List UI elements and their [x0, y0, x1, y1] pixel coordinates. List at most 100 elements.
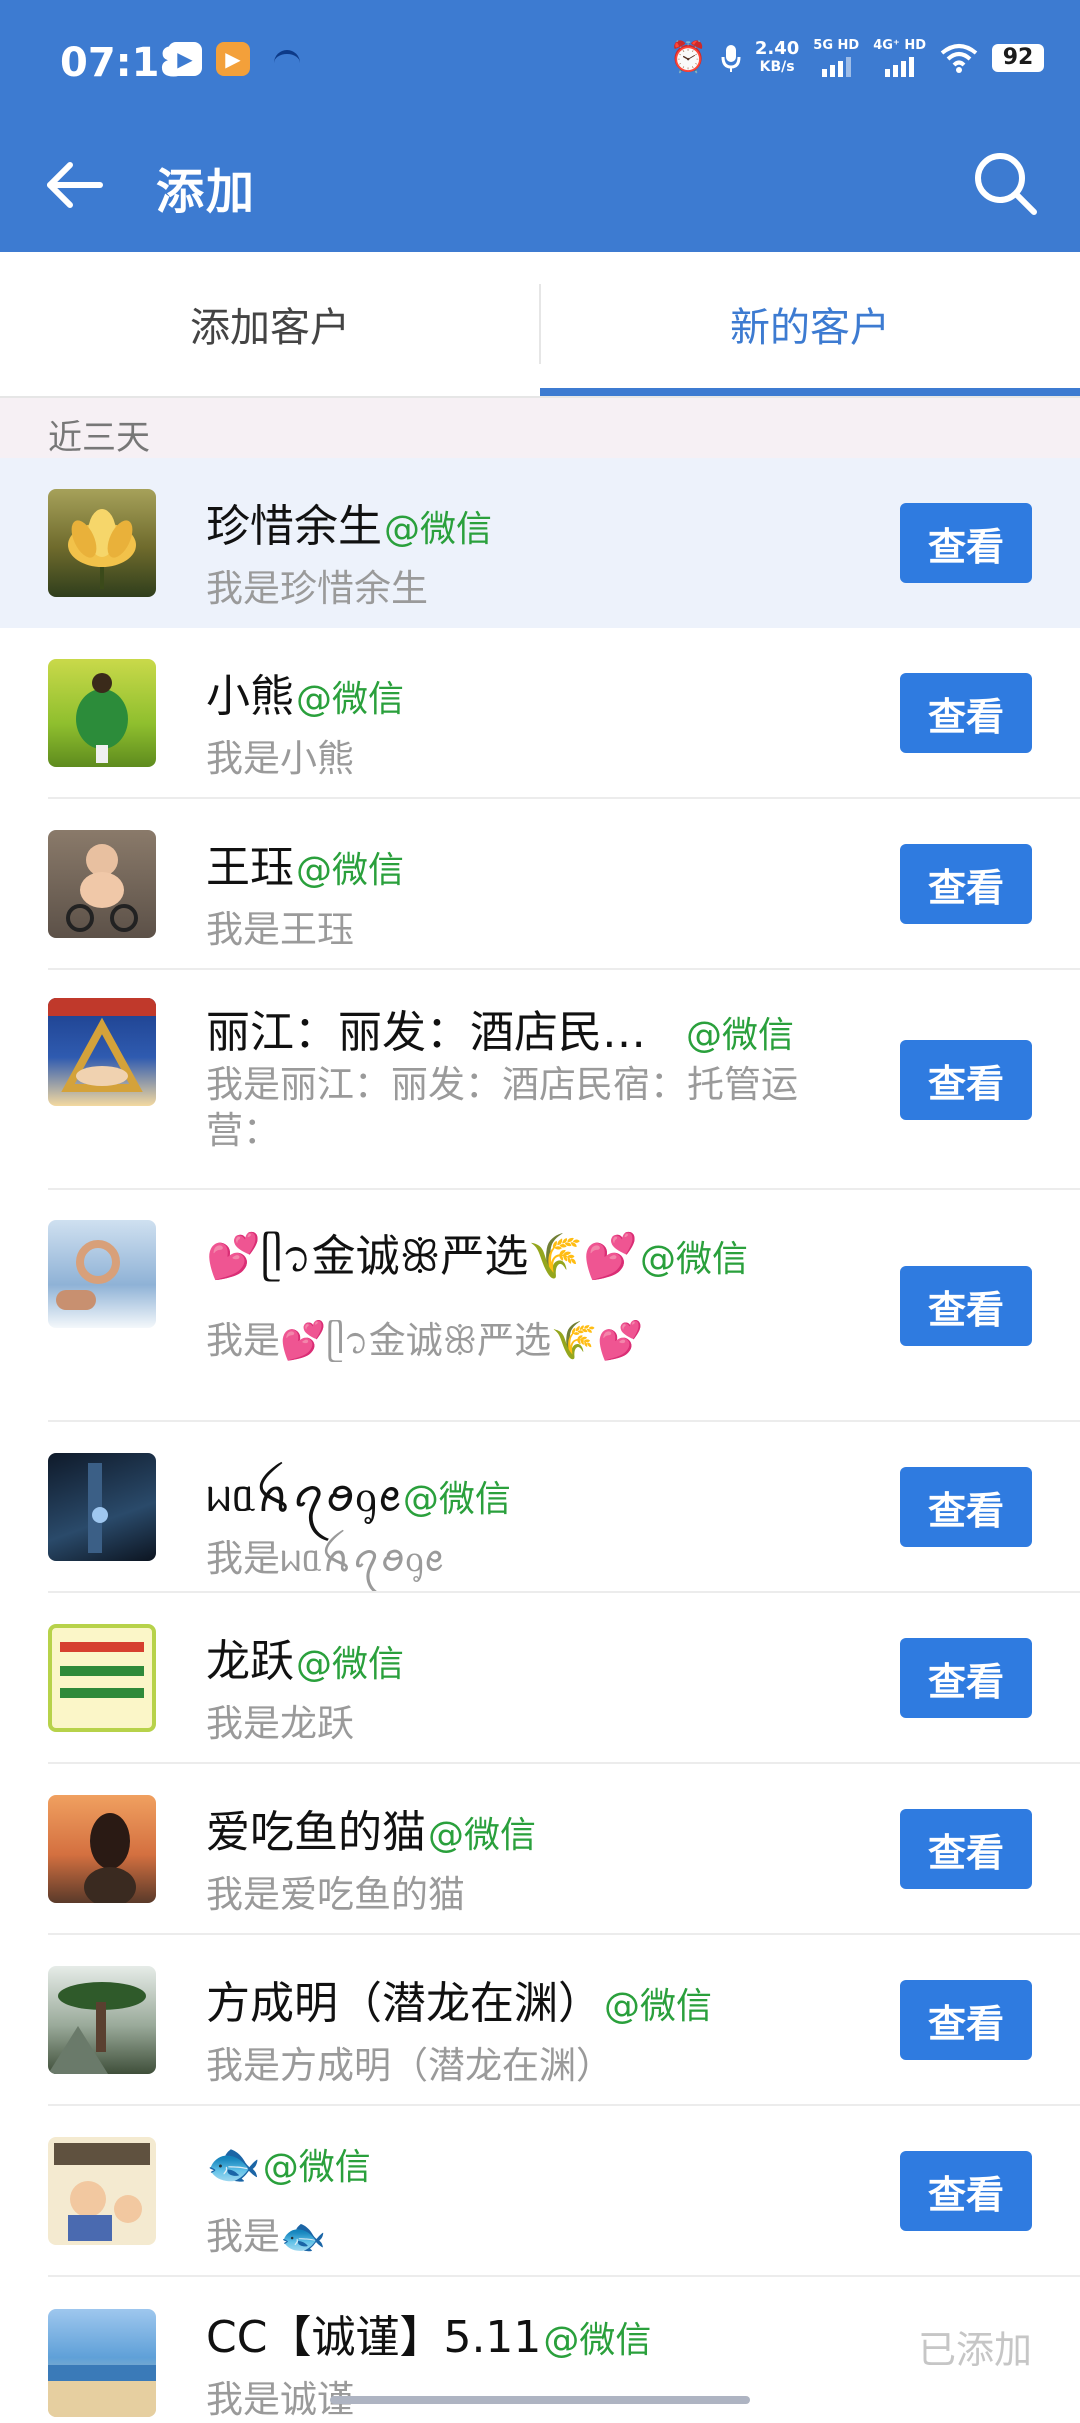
status-bar: 07:18 ▶ ▶ ⏰ 2.40 KB/s 5G HD 4G⁺ HD 92 [0, 0, 1080, 120]
contact-name: 爱吃鱼的猫 [206, 1807, 426, 1858]
list-item[interactable]: 龙跃@微信 我是龙跃 查看 [0, 1593, 1080, 1764]
alarm-icon: ⏰ [669, 40, 707, 75]
list-item[interactable]: ᥕᥲꫝꪖꪮᧁꫀ@微信 我是ᥕᥲꫝꪖꪮᧁꫀ 查看 [0, 1422, 1080, 1593]
view-button[interactable]: 查看 [900, 503, 1032, 583]
contact-name: 王珏 [206, 842, 294, 893]
view-button[interactable]: 查看 [900, 2151, 1032, 2231]
list-item[interactable]: 珍惜余生@微信 我是珍惜余生 查看 [0, 458, 1080, 628]
section-header: 近三天 [0, 398, 1080, 458]
sim2-label: 4G⁺ HD [873, 38, 926, 53]
tab-new-customer[interactable]: 新的客户 [540, 252, 1080, 396]
contact-name: 方成明（潜龙在渊） [206, 1978, 602, 2029]
contact-name: 🐟 [206, 2139, 261, 2190]
avatar [48, 1453, 156, 1561]
contact-name-line: 小熊@微信 [206, 660, 404, 724]
contact-source: @微信 [296, 850, 405, 891]
contact-message: 我是王珏 [206, 908, 354, 951]
view-button[interactable]: 查看 [900, 673, 1032, 753]
list-item[interactable]: 🐟@微信 我是🐟 查看 [0, 2106, 1080, 2277]
list-item[interactable]: 方成明（潜龙在渊）@微信 我是方成明（潜龙在渊） 查看 [0, 1935, 1080, 2106]
search-icon[interactable] [970, 148, 1040, 218]
tv-app-icon: ▶ [216, 42, 250, 76]
contact-name: 龙跃 [206, 1636, 294, 1687]
avatar [48, 1795, 156, 1903]
avatar [48, 1966, 156, 2074]
contact-name-line: CC【诚谨】5.11@微信 [206, 2301, 651, 2365]
contact-source: @微信 [296, 1644, 405, 1685]
view-button[interactable]: 查看 [900, 1040, 1032, 1120]
contact-name-line: 龙跃@微信 [206, 1625, 404, 1689]
page-title: 添加 [156, 164, 257, 220]
list-item[interactable]: 丽江：丽发：酒店民… @微信 我是丽江：丽发：酒店民宿：托管运营： 查看 [0, 970, 1080, 1190]
contact-message: 我是珍惜余生 [206, 567, 428, 610]
contact-name-line: 珍惜余生@微信 [206, 490, 492, 554]
sim1-bars-icon [821, 53, 851, 77]
sim2-signal: 4G⁺ HD [873, 38, 926, 77]
added-status: 已添加 [917, 2328, 1032, 2372]
contact-source: @微信 [604, 1986, 713, 2027]
view-button[interactable]: 查看 [900, 1266, 1032, 1346]
contact-name: CC【诚谨】5.11 [206, 2312, 542, 2363]
back-arrow-icon[interactable] [44, 160, 104, 210]
list-item[interactable]: 爱吃鱼的猫@微信 我是爱吃鱼的猫 查看 [0, 1764, 1080, 1935]
wifi-icon [940, 43, 978, 73]
network-speed-unit: KB/s [759, 58, 795, 75]
contact-message: 我是ᥕᥲꫝꪖꪮᧁꫀ [206, 1537, 444, 1580]
network-speed: 2.40 KB/s [755, 39, 799, 76]
contact-message: 我是🐟 [206, 2215, 327, 2258]
tab-bar: 添加客户 新的客户 [0, 252, 1080, 398]
view-button[interactable]: 查看 [900, 1467, 1032, 1547]
contact-source: @微信 [543, 2320, 652, 2361]
avatar [48, 2309, 156, 2417]
contact-source: @微信 [384, 509, 493, 550]
contact-source: @微信 [296, 679, 405, 720]
list-item[interactable]: 💕ᥫ᭡金诚ꕥ严选🌾💕@微信 我是💕ᥫ᭡金诚ꕥ严选🌾💕 查看 [0, 1190, 1080, 1422]
view-button[interactable]: 查看 [900, 1809, 1032, 1889]
list-item[interactable]: CC【诚谨】5.11@微信 我是诚谨 已添加 [0, 2277, 1080, 2421]
status-indicators: ⏰ 2.40 KB/s 5G HD 4G⁺ HD 92 [670, 38, 1044, 77]
avatar [48, 998, 156, 1106]
nav-bar: 添加 [0, 130, 1080, 240]
avatar [48, 2137, 156, 2245]
tab-add-customer[interactable]: 添加客户 [0, 252, 540, 396]
contact-name-line: 方成明（潜龙在渊）@微信 [206, 1967, 712, 2031]
contact-source: @微信 [402, 1479, 511, 1520]
contact-name: 小熊 [206, 671, 294, 722]
list-item[interactable]: 王珏@微信 我是王珏 查看 [0, 799, 1080, 970]
home-indicator[interactable] [330, 2396, 750, 2404]
video-app-icon: ▶ [168, 42, 202, 76]
list-item[interactable]: 小熊@微信 我是小熊 查看 [0, 628, 1080, 799]
avatar [48, 830, 156, 938]
avatar [48, 1220, 156, 1328]
contact-name-line: 王珏@微信 [206, 831, 404, 895]
notification-icons: ▶ ▶ [168, 42, 300, 76]
contact-name-line: 🐟@微信 [206, 2138, 371, 2190]
contact-message: 我是龙跃 [206, 1702, 354, 1745]
view-button[interactable]: 查看 [900, 1980, 1032, 2060]
contact-message: 我是小熊 [206, 737, 354, 780]
contact-name-line: 💕ᥫ᭡金诚ꕥ严选🌾💕@微信 [206, 1220, 748, 1303]
view-button[interactable]: 查看 [900, 1638, 1032, 1718]
cloud-icon [274, 50, 300, 68]
contact-source: @微信 [686, 1015, 795, 1056]
battery-indicator: 92 [992, 43, 1044, 72]
contact-message: 我是💕ᥫ᭡金诚ꕥ严选🌾💕 [206, 1319, 644, 1362]
contact-source: @微信 [640, 1239, 749, 1280]
contact-name: ᥕᥲꫝꪖꪮᧁꫀ [206, 1471, 401, 1522]
microphone-icon [721, 44, 741, 72]
contact-source: @微信 [428, 1815, 537, 1856]
contact-message: 我是方成明（潜龙在渊） [206, 2044, 613, 2087]
avatar [48, 489, 156, 597]
avatar [48, 1624, 156, 1732]
contact-source: @微信 [262, 2147, 371, 2188]
contact-message: 我是爱吃鱼的猫 [206, 1873, 465, 1916]
sim1-label: 5G HD [813, 38, 860, 53]
contact-name: 珍惜余生 [206, 501, 382, 552]
contact-name: 💕ᥫ᭡金诚ꕥ严选🌾💕 [206, 1231, 639, 1282]
section-title: 近三天 [48, 418, 150, 458]
contact-name-line: 爱吃鱼的猫@微信 [206, 1796, 536, 1860]
view-button[interactable]: 查看 [900, 844, 1032, 924]
sim1-signal: 5G HD [813, 38, 859, 77]
contact-name: 丽江：丽发：酒店民… [206, 1007, 646, 1058]
sim2-bars-icon [885, 53, 915, 77]
